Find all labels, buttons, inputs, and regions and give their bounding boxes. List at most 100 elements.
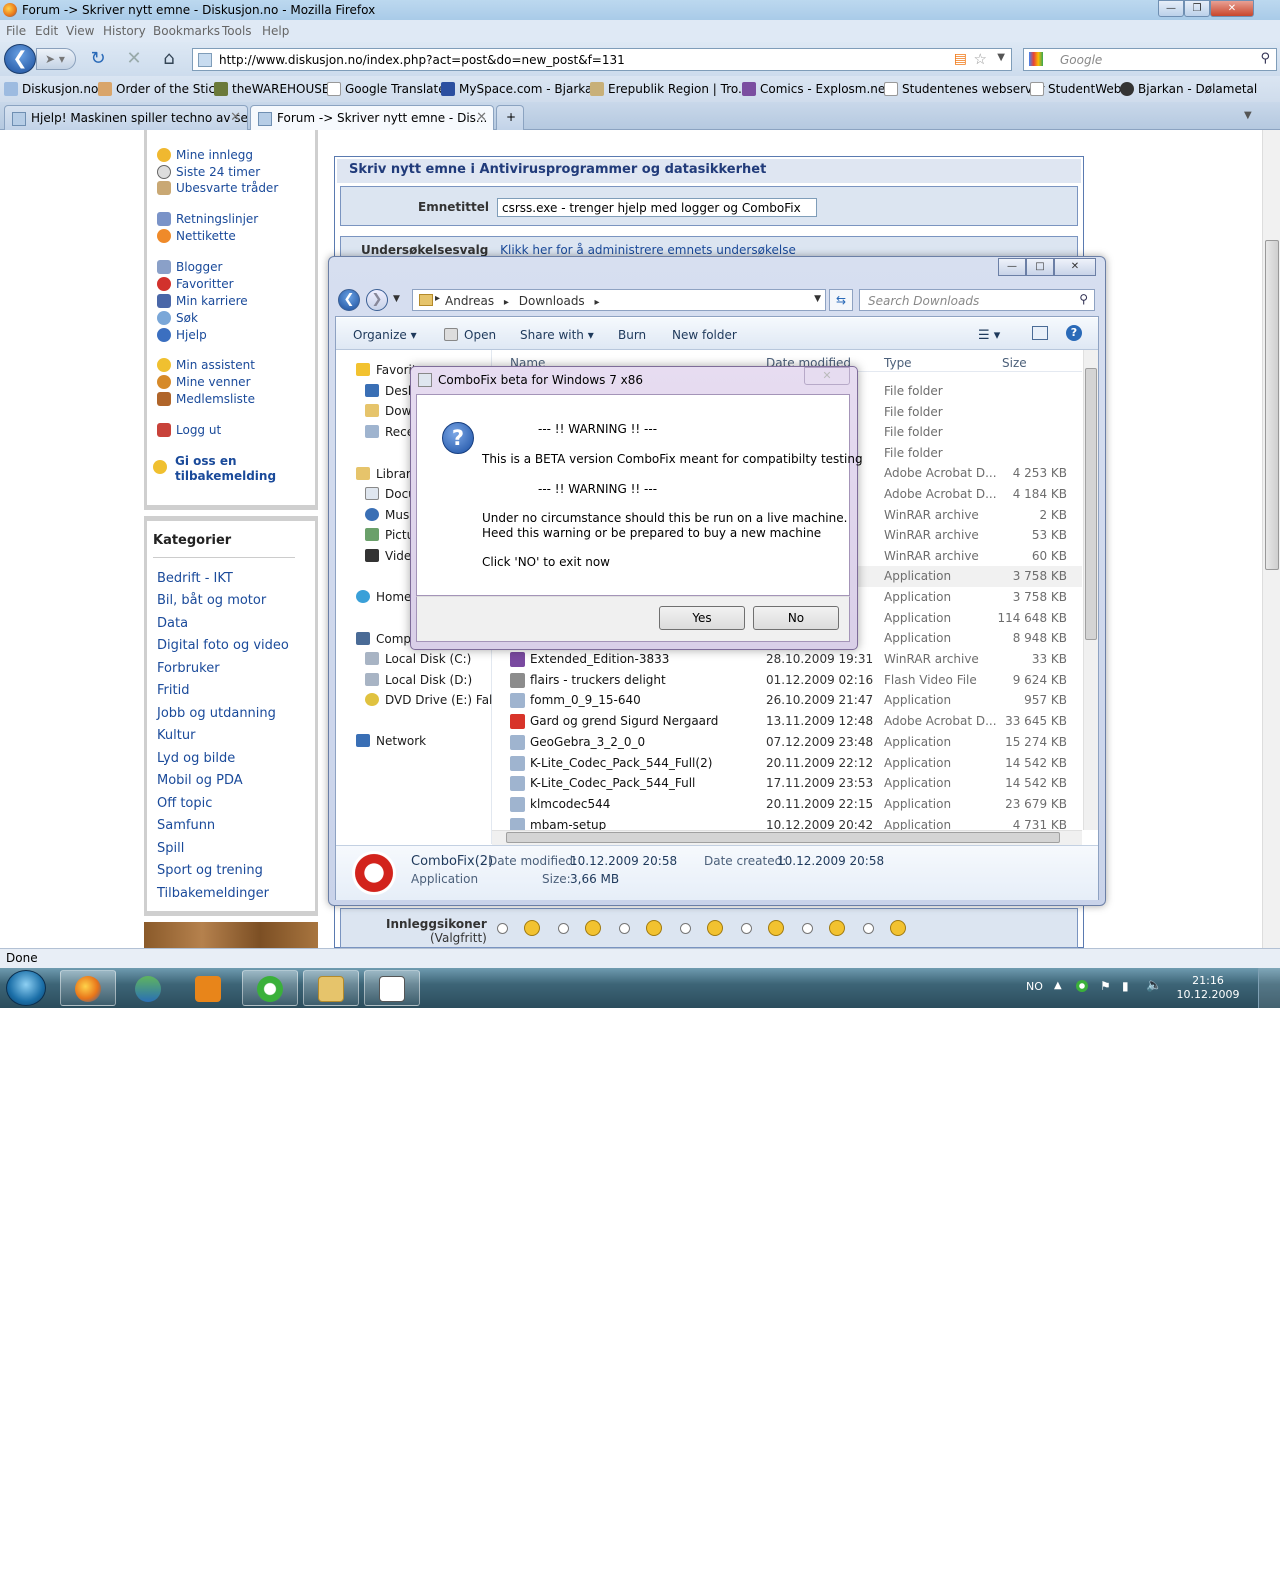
yes-button[interactable]: Yes xyxy=(659,606,745,630)
rss-icon[interactable]: ▤ xyxy=(954,51,967,67)
url-bar[interactable]: http://www.diskusjon.no/index.php?act=po… xyxy=(192,48,1012,71)
sidebar-item-mine-innlegg[interactable]: Mine innlegg xyxy=(157,148,253,162)
show-desktop-button[interactable] xyxy=(1258,968,1280,1008)
no-button[interactable]: No xyxy=(753,606,839,630)
column-size[interactable]: Size xyxy=(1002,356,1027,370)
recent-pages-icon[interactable]: ▼ xyxy=(393,294,400,304)
show-hidden-icons[interactable]: ▲ xyxy=(1054,980,1062,991)
emoticon-radio[interactable] xyxy=(497,923,508,934)
back-button[interactable]: ❮ xyxy=(4,44,36,74)
nav-network[interactable]: Network xyxy=(356,734,426,748)
file-row[interactable]: fomm_0_9_15-640 26.10.2009 21:47 Applicati… xyxy=(492,690,1082,711)
emoticon-radio[interactable] xyxy=(863,923,874,934)
organize-button[interactable]: Organize ▾ xyxy=(353,328,417,342)
emoticon-radio[interactable] xyxy=(558,923,569,934)
home-icon[interactable]: ⌂ xyxy=(157,48,181,70)
taskbar-explorer[interactable] xyxy=(303,970,359,1006)
emoticon-radio[interactable] xyxy=(741,923,752,934)
flag-icon[interactable]: ⚑ xyxy=(1100,979,1111,993)
menu-bookmarks[interactable]: Bookmarks xyxy=(153,24,220,38)
feedback-link[interactable]: Gi oss en tilbakemelding xyxy=(153,454,276,484)
file-row[interactable]: flairs - truckers delight 01.12.2009 02:1… xyxy=(492,670,1082,691)
help-icon[interactable]: ? xyxy=(1066,325,1082,341)
share-with-button[interactable]: Share with ▾ xyxy=(520,328,594,342)
menu-history[interactable]: History xyxy=(103,24,146,38)
file-row[interactable]: klmcodec544 20.11.2009 22:15 Application 23… xyxy=(492,794,1082,815)
category-link[interactable]: Jobb og utdanning xyxy=(157,706,276,721)
start-button[interactable] xyxy=(6,970,46,1006)
close-tab-icon[interactable]: ✕ xyxy=(476,110,487,125)
explorer-back-button[interactable]: ❮ xyxy=(338,289,360,311)
sidebar-item-favoritter[interactable]: Favoritter xyxy=(157,277,234,291)
taskbar-utorrent[interactable] xyxy=(242,970,298,1006)
taskbar-messenger[interactable] xyxy=(120,970,176,1006)
emoticon-radio[interactable] xyxy=(619,923,630,934)
explorer-close-button[interactable]: ✕ xyxy=(1054,258,1096,276)
emoticon-radio[interactable] xyxy=(802,923,813,934)
close-window-button[interactable]: ✕ xyxy=(1210,0,1254,17)
search-icon[interactable]: ⚲ xyxy=(1260,51,1270,66)
bookmark-item[interactable]: Google Translate xyxy=(327,82,446,96)
scroll-thumb[interactable] xyxy=(506,832,1060,843)
clock[interactable]: 21:16 10.12.2009 xyxy=(1172,974,1244,1002)
preview-pane-icon[interactable] xyxy=(1032,326,1048,340)
file-list-vscroll[interactable] xyxy=(1083,350,1098,830)
refresh-icon[interactable]: ⇆ xyxy=(829,289,853,311)
category-link[interactable]: Spill xyxy=(157,841,184,856)
bookmark-item[interactable]: Comics - Explosm.net xyxy=(742,82,890,96)
sidebar-item-nettikette[interactable]: Nettikette xyxy=(157,229,236,243)
sidebar-item-venner[interactable]: Mine venner xyxy=(157,375,251,389)
file-row[interactable]: Extended_Edition-3833 28.10.2009 19:31 Win… xyxy=(492,649,1082,670)
category-link[interactable]: Tilbakemeldinger xyxy=(157,886,269,901)
new-tab-button[interactable]: + xyxy=(496,105,524,130)
sidebar-item-ubesvarte[interactable]: Ubesvarte tråder xyxy=(157,181,278,195)
category-link[interactable]: Data xyxy=(157,616,188,631)
file-row[interactable]: K-Lite_Codec_Pack_544_Full(2) 20.11.2009 … xyxy=(492,753,1082,774)
column-type[interactable]: Type xyxy=(884,356,912,370)
category-link[interactable]: Bil, båt og motor xyxy=(157,593,266,608)
tab-forum[interactable]: Forum -> Skriver nytt emne - Dis... ✕ xyxy=(250,105,494,130)
address-dropdown-icon[interactable]: ▼ xyxy=(814,294,821,304)
category-link[interactable]: Lyd og bilde xyxy=(157,751,235,766)
sidebar-item-siste-24[interactable]: Siste 24 timer xyxy=(157,165,260,179)
emoticon-radio[interactable] xyxy=(680,923,691,934)
file-list-hscroll[interactable] xyxy=(492,830,1082,844)
bookmark-star-icon[interactable]: ☆ xyxy=(974,50,987,68)
forward-button[interactable]: ➤ ▾ xyxy=(36,48,76,70)
menu-tools[interactable]: Tools xyxy=(222,24,252,38)
bookmark-item[interactable]: StudentWeb xyxy=(1030,82,1121,96)
menu-view[interactable]: View xyxy=(66,24,94,38)
dialog-close-button[interactable]: ✕ xyxy=(804,367,850,385)
bookmark-item[interactable]: MySpace.com - Bjarkan xyxy=(441,82,600,96)
bookmark-item[interactable]: Order of the Stick xyxy=(98,82,222,96)
new-folder-button[interactable]: New folder xyxy=(672,328,737,342)
sidebar-item-karriere[interactable]: Min karriere xyxy=(157,294,248,308)
scroll-thumb[interactable] xyxy=(1265,240,1279,570)
category-link[interactable]: Fritid xyxy=(157,683,189,698)
breadcrumb-andreas[interactable]: Andreas xyxy=(445,294,494,308)
category-link[interactable]: Samfunn xyxy=(157,818,215,833)
url-dropdown-icon[interactable]: ▼ xyxy=(997,52,1005,63)
scroll-thumb[interactable] xyxy=(1085,368,1097,640)
stop-icon[interactable]: ✕ xyxy=(122,48,146,70)
explorer-forward-button[interactable]: ❯ xyxy=(366,289,388,311)
category-link[interactable]: Forbruker xyxy=(157,661,220,676)
view-options-icon[interactable]: ☰ ▾ xyxy=(978,328,1000,343)
utorrent-tray-icon[interactable] xyxy=(1076,980,1088,992)
burn-button[interactable]: Burn xyxy=(618,328,646,342)
menu-help[interactable]: Help xyxy=(262,24,289,38)
minimize-button[interactable]: — xyxy=(1158,0,1184,17)
tab-list-icon[interactable]: ▼ xyxy=(1244,110,1252,121)
menu-file[interactable]: File xyxy=(6,24,26,38)
explorer-search-input[interactable]: Search Downloads ⚲ xyxy=(859,289,1095,311)
network-signal-icon[interactable]: ▮ xyxy=(1122,979,1129,993)
close-tab-icon[interactable]: ✕ xyxy=(230,110,241,125)
sidebar-item-assistent[interactable]: Min assistent xyxy=(157,358,255,372)
volume-icon[interactable]: 🔈 xyxy=(1146,978,1162,993)
search-field[interactable]: Google ⚲ xyxy=(1023,48,1277,71)
nav-disk-d[interactable]: Local Disk (D:) xyxy=(365,673,472,687)
bookmark-item[interactable]: Diskusjon.no xyxy=(4,82,98,96)
file-row[interactable]: Gard og grend Sigurd Nergaard 13.11.2009 … xyxy=(492,711,1082,732)
sidebar-item-retningslinjer[interactable]: Retningslinjer xyxy=(157,212,258,226)
language-indicator[interactable]: NO xyxy=(1026,980,1043,993)
